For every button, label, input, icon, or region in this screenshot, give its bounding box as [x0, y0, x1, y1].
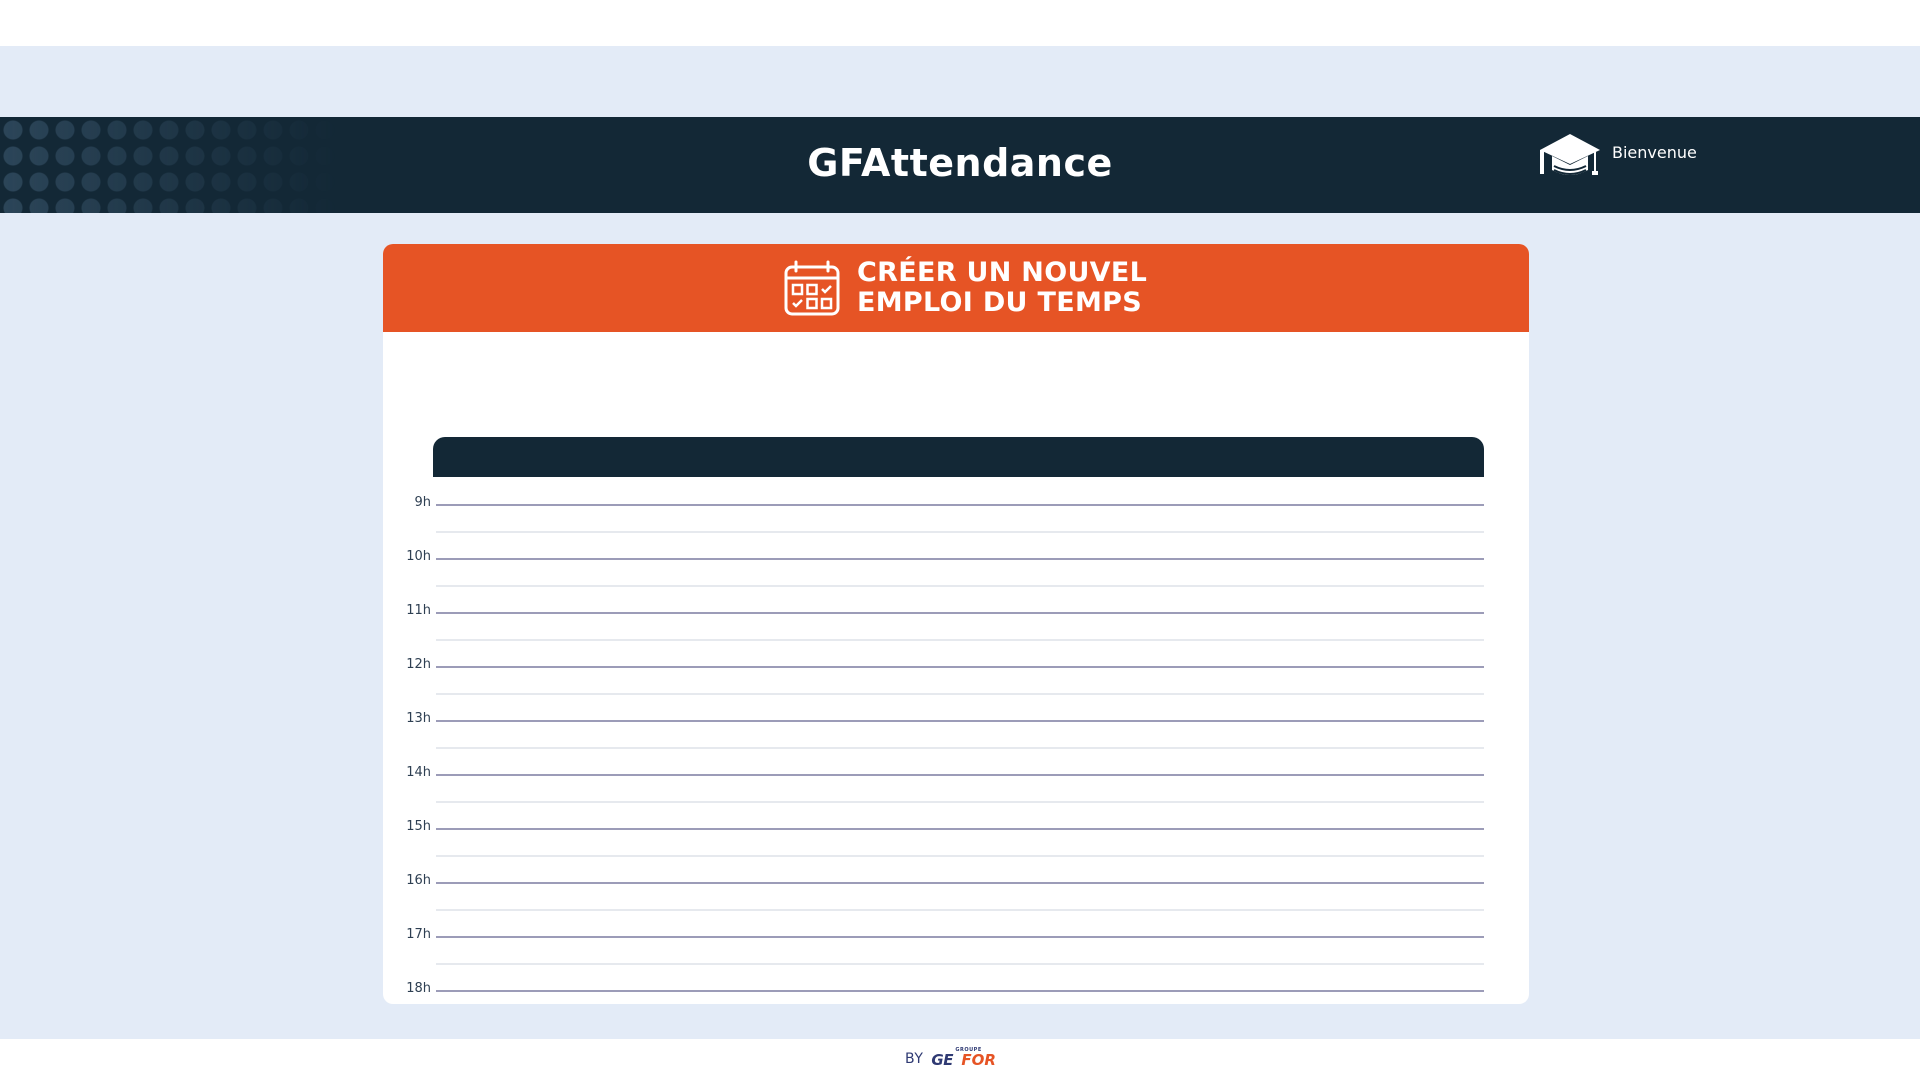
create-schedule-card: CRÉER UN NOUVEL EMPLOI DU TEMPS 9h 10h 11h…	[383, 244, 1529, 1004]
hour-line[interactable]	[436, 990, 1484, 992]
hour-line[interactable]	[436, 828, 1484, 830]
brand-for: FOR	[961, 1051, 996, 1069]
hour-label: 13h	[406, 711, 431, 726]
graduation-cap-icon	[1540, 134, 1600, 175]
schedule-header-bar	[433, 437, 1484, 477]
hour-line[interactable]	[436, 720, 1484, 722]
hour-label: 11h	[406, 603, 431, 618]
user-area[interactable]: Bienvenue	[1538, 132, 1697, 180]
card-title: CRÉER UN NOUVEL EMPLOI DU TEMPS	[857, 258, 1147, 318]
half-hour-line[interactable]	[436, 693, 1484, 695]
hour-label: 10h	[406, 549, 431, 564]
half-hour-line[interactable]	[436, 639, 1484, 641]
footer-brand: BY GE GROUPE FOR	[905, 1047, 1013, 1069]
card-title-wrap: CRÉER UN NOUVEL EMPLOI DU TEMPS	[782, 258, 1147, 318]
half-hour-line[interactable]	[436, 963, 1484, 965]
card-header: CRÉER UN NOUVEL EMPLOI DU TEMPS	[383, 244, 1529, 332]
hour-line[interactable]	[436, 774, 1484, 776]
hour-label: 18h	[406, 981, 431, 996]
half-hour-line[interactable]	[436, 801, 1484, 803]
half-hour-line[interactable]	[436, 855, 1484, 857]
footer: BY GE GROUPE FOR	[0, 1039, 1920, 1080]
top-strip	[0, 0, 1920, 46]
card-title-line1: CRÉER UN NOUVEL	[857, 257, 1148, 288]
hour-label: 15h	[406, 819, 431, 834]
hour-label: 14h	[406, 765, 431, 780]
hour-line[interactable]	[436, 936, 1484, 938]
hour-label: 9h	[414, 495, 431, 510]
half-hour-line[interactable]	[436, 531, 1484, 533]
hour-line[interactable]	[436, 666, 1484, 668]
calendar-icon	[784, 260, 840, 316]
by-text: BY	[905, 1051, 924, 1067]
hour-line[interactable]	[436, 882, 1484, 884]
hour-line[interactable]	[436, 558, 1484, 560]
brand-logo: GE GROUPE FOR	[931, 1047, 1013, 1069]
brand-ge: GE	[931, 1051, 953, 1069]
schedule-grid[interactable]: 9h 10h 11h 12h 13h 14h 15h 16h 17h 18h	[383, 332, 1529, 1004]
hour-line[interactable]	[436, 504, 1484, 506]
hour-line[interactable]	[436, 612, 1484, 614]
hour-label: 17h	[406, 927, 431, 942]
half-hour-line[interactable]	[436, 585, 1484, 587]
welcome-text: Bienvenue	[1612, 143, 1697, 162]
card-title-line2: EMPLOI DU TEMPS	[857, 287, 1142, 318]
hour-label: 12h	[406, 657, 431, 672]
hour-label: 16h	[406, 873, 431, 888]
half-hour-line[interactable]	[436, 909, 1484, 911]
half-hour-line[interactable]	[436, 747, 1484, 749]
